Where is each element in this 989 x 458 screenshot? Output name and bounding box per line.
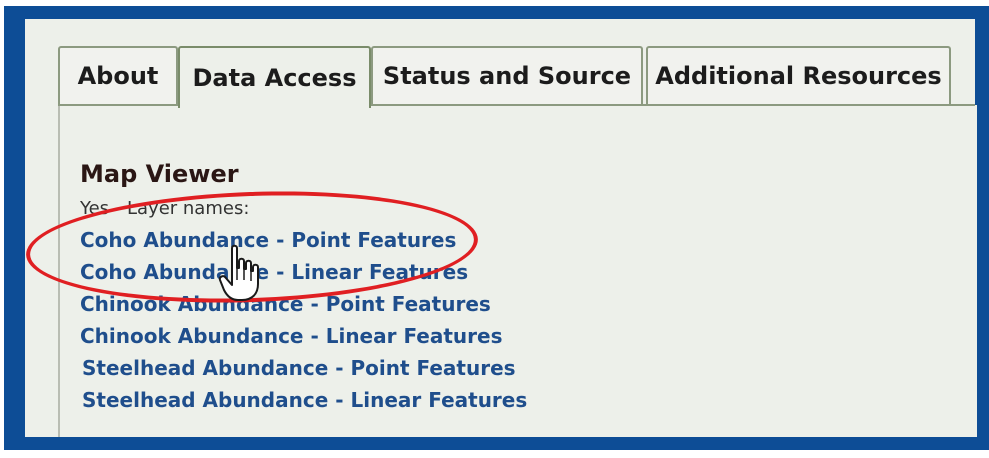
layer-link-steelhead-point[interactable]: Steelhead Abundance - Point Features bbox=[82, 356, 516, 380]
tab-data-access[interactable]: Data Access bbox=[178, 46, 371, 108]
layer-link-chinook-point[interactable]: Chinook Abundance - Point Features bbox=[80, 292, 491, 316]
tab-about[interactable]: About bbox=[58, 46, 178, 104]
tab-additional-resources[interactable]: Additional Resources bbox=[646, 46, 951, 104]
tab-label: Status and Source bbox=[382, 62, 632, 90]
layer-link-steelhead-linear[interactable]: Steelhead Abundance - Linear Features bbox=[82, 388, 527, 412]
layer-link-coho-point[interactable]: Coho Abundance - Point Features bbox=[80, 228, 456, 252]
hand-pointer-icon bbox=[218, 244, 259, 301]
tab-label: Data Access bbox=[192, 64, 357, 92]
tab-label: Additional Resources bbox=[655, 62, 942, 90]
layer-link-chinook-linear[interactable]: Chinook Abundance - Linear Features bbox=[80, 324, 503, 348]
layer-link-coho-linear[interactable]: Coho Abundance - Linear Features bbox=[80, 260, 468, 284]
section-subtext: Yes - Layer names: bbox=[80, 198, 250, 219]
tab-bar: About Data Access Status and Source Addi… bbox=[58, 46, 975, 108]
tab-status-and-source[interactable]: Status and Source bbox=[371, 46, 643, 104]
screenshot-frame: About Data Access Status and Source Addi… bbox=[0, 0, 989, 458]
tab-label: About bbox=[77, 62, 159, 90]
section-heading: Map Viewer bbox=[80, 160, 239, 188]
